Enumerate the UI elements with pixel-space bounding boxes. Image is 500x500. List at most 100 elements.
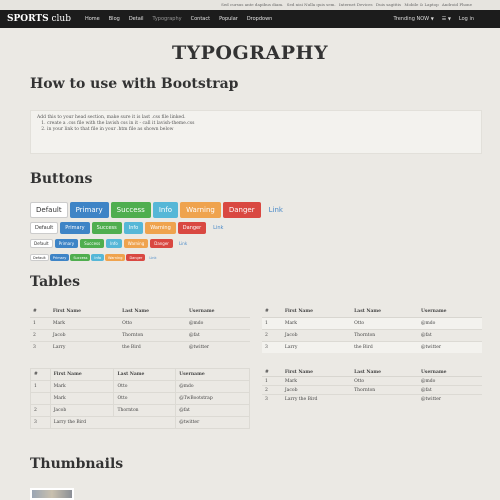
well-steps: create a .css file with the lavish css i… — [47, 121, 475, 133]
section-title-bootstrap: How to use with Bootstrap — [30, 76, 239, 92]
condensed-table: # First Name Last Name Username 1 Mark Ott… — [262, 368, 482, 403]
list-icon[interactable]: ☰ ▼ — [442, 16, 451, 22]
login-link[interactable]: Log in — [459, 16, 474, 22]
primary-button[interactable]: Primary — [49, 254, 70, 261]
trending-dropdown[interactable]: Trending NOW ▼ — [393, 16, 433, 22]
default-button[interactable]: Default — [30, 222, 59, 234]
table-cell: Thornton — [351, 329, 418, 342]
table-row: Mark Otto @TwBootstrap — [30, 392, 250, 405]
table-cell: Jacob — [281, 385, 352, 395]
danger-button[interactable]: Danger — [177, 222, 207, 234]
table-cell: Otto — [113, 380, 177, 393]
table-row: 1 Mark Otto @mdo — [262, 376, 482, 386]
topbar-item[interactable]: Sed cursus ante dapibus diam. — [221, 2, 283, 7]
table-header: Last Name — [351, 368, 418, 377]
nav-home[interactable]: Home — [85, 16, 100, 22]
warning-button[interactable]: Warning — [123, 239, 149, 248]
success-button[interactable]: Success — [70, 254, 91, 261]
table-cell: @mdo — [175, 380, 250, 393]
table-cell: the Bird — [119, 341, 186, 353]
topbar-item[interactable]: Internet Devices — [339, 2, 373, 7]
nav-typography[interactable]: Typography — [153, 16, 182, 22]
table-cell: the Bird — [351, 341, 418, 353]
table-cell: @twitter — [185, 341, 250, 353]
table-row: 2 Jacob Thornton @fat — [30, 329, 250, 342]
danger-button[interactable]: Danger — [150, 239, 173, 248]
primary-button[interactable]: Primary — [54, 239, 79, 248]
table-cell: 3 — [262, 341, 282, 353]
table-header: Last Name — [351, 306, 418, 318]
warning-button[interactable]: Warning — [105, 254, 126, 261]
nav-detail[interactable]: Detail — [129, 16, 144, 22]
nav-popular[interactable]: Popular — [219, 16, 238, 22]
success-button[interactable]: Success — [110, 202, 151, 218]
danger-button[interactable]: Danger — [126, 254, 146, 261]
table-header-row: # First Name Last Name Username — [30, 306, 250, 318]
table-cell: @fat — [417, 329, 482, 342]
table-row: 1 Mark Otto @mdo — [262, 317, 482, 330]
link-button[interactable]: Link — [263, 202, 289, 218]
table-header: # — [30, 368, 51, 381]
topbar-item[interactable]: Android Phone — [442, 2, 472, 7]
warning-button[interactable]: Warning — [180, 202, 221, 218]
success-button[interactable]: Success — [80, 239, 105, 248]
well-step: in your link to that file in your .htm f… — [47, 127, 475, 133]
button-row-small: Default Primary Success Info Warning Dan… — [30, 239, 193, 248]
nav-dropdown[interactable]: Dropdown — [247, 16, 273, 22]
main-navbar: SPORTS club Home Blog Detail Typography … — [0, 10, 500, 28]
table-header: First Name — [49, 306, 120, 318]
table-row: 3 Larry the Bird @twitter — [262, 394, 482, 403]
table-cell: Larry the Bird — [49, 416, 177, 429]
table-row: 2 Jacob Thornton @fat — [30, 404, 250, 417]
table-cell: 1 — [30, 380, 51, 393]
table-cell: 2 — [30, 329, 50, 342]
table-cell: @fat — [185, 329, 250, 342]
primary-button[interactable]: Primary — [69, 202, 109, 218]
table-cell: Thornton — [119, 329, 186, 342]
button-row-large: Default Primary Success Info Warning Dan… — [30, 202, 291, 218]
page-title: TYPOGRAPHY — [171, 42, 329, 64]
chevron-down-icon: ▼ — [447, 16, 451, 21]
table-cell: Mark — [281, 317, 352, 330]
link-button[interactable]: Link — [175, 239, 191, 248]
table-cell: Otto — [119, 317, 186, 330]
nav-contact[interactable]: Contact — [191, 16, 210, 22]
bordered-table: # First Name Last Name Username 1 Mark Ott… — [30, 368, 250, 429]
success-button[interactable]: Success — [91, 222, 122, 234]
bootstrap-instructions: Add this to your head section, make sure… — [30, 110, 482, 154]
default-button[interactable]: Default — [30, 254, 49, 261]
topbar-item[interactable]: Duis sagittis — [376, 2, 401, 7]
info-button[interactable]: Info — [123, 222, 144, 234]
table-header: Username — [185, 306, 250, 318]
info-button[interactable]: Info — [91, 254, 105, 261]
table-header: First Name — [49, 368, 115, 381]
topbar-item[interactable]: Mobile & Laptop — [404, 2, 438, 7]
table-header: # — [30, 306, 50, 318]
info-button[interactable]: Info — [106, 239, 122, 248]
table-cell: @mdo — [417, 317, 482, 330]
table-cell: Otto — [351, 317, 418, 330]
danger-button[interactable]: Danger — [222, 202, 261, 218]
section-title-thumbnails: Thumbnails — [30, 456, 124, 472]
primary-button[interactable]: Primary — [60, 222, 90, 234]
table-row: 1 Mark Otto @mdo — [30, 317, 250, 330]
table-header-row: # First Name Last Name Username — [30, 368, 250, 381]
button-row-xsmall: Default Primary Success Info Warning Dan… — [30, 254, 160, 261]
button-row-default: Default Primary Success Info Warning Dan… — [30, 222, 230, 234]
topbar-item[interactable]: Sed nisi Nulla quis sem. — [287, 2, 336, 7]
default-button[interactable]: Default — [30, 239, 53, 248]
table-cell: Mark — [49, 317, 120, 330]
table-cell: Larry — [49, 341, 120, 353]
nav-blog[interactable]: Blog — [109, 16, 120, 22]
link-button[interactable]: Link — [208, 222, 228, 234]
thumbnail-image[interactable] — [30, 488, 74, 500]
basic-table: # First Name Last Name Username 1 Mark Ott… — [30, 306, 250, 353]
table-cell: 3 — [262, 394, 282, 403]
link-button[interactable]: Link — [146, 254, 159, 261]
table-cell: 2 — [262, 385, 282, 395]
default-button[interactable]: Default — [30, 202, 68, 218]
section-title-buttons: Buttons — [30, 171, 93, 187]
brand-logo[interactable]: SPORTS club — [7, 14, 71, 24]
info-button[interactable]: Info — [152, 202, 179, 218]
warning-button[interactable]: Warning — [145, 222, 176, 234]
